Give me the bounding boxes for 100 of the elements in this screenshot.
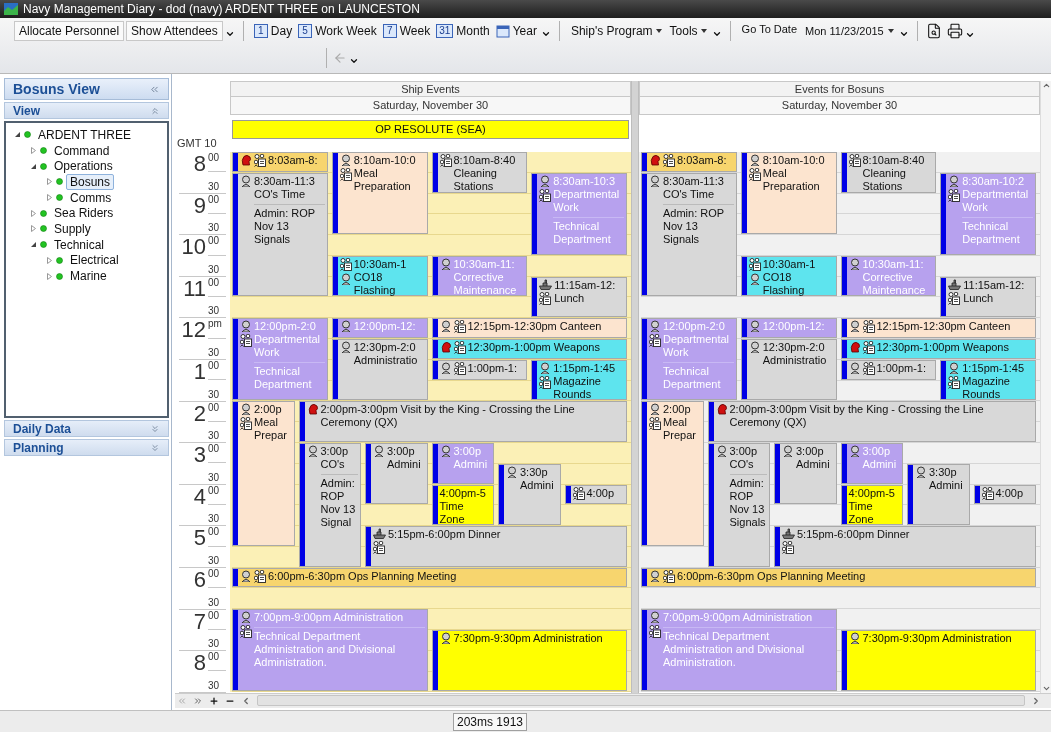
collapsed-arrow-icon[interactable]	[46, 178, 53, 186]
view-button[interactable]: 31 Month	[434, 20, 492, 41]
status-dot-icon	[40, 162, 47, 170]
tree-item[interactable]: ARDENT THREE	[34, 126, 135, 143]
expanded-arrow-icon[interactable]	[30, 162, 37, 170]
calendar-event[interactable]: 11:15am-12: Lunch	[940, 276, 1036, 318]
calendar-event[interactable]: 8:10am-8:40 Cleaning Stations	[431, 152, 528, 193]
calendar-event[interactable]: 3:00p CO's Admin: ROP Nov 13 Signal	[298, 442, 361, 567]
calendar-event[interactable]: 3:30p Admini	[498, 463, 561, 526]
calendar-event[interactable]: 8:10am-10:0 Meal Preparation	[740, 152, 837, 235]
calendar-event[interactable]: 3:30p Admini	[907, 463, 970, 526]
people-clipboard-icon	[848, 154, 861, 167]
hour-label: 10	[180, 235, 207, 262]
column-header: Ship Events	[230, 81, 631, 97]
event-title: CO18 Flashing	[762, 270, 806, 297]
view-button[interactable]: Year	[493, 20, 539, 41]
calendar-event[interactable]: 6:00pm-6:30pm Ops Planning Meeting	[232, 567, 627, 588]
calendar-event[interactable]: 6:00pm-6:30pm Ops Planning Meeting	[641, 567, 1036, 588]
people-clipboard-icon	[862, 361, 875, 375]
calendar-event[interactable]: 1:00pm-1:	[840, 359, 937, 380]
calendar-event[interactable]: 8:10am-10:0 Meal Preparation	[331, 152, 428, 235]
printer-icon[interactable]	[946, 22, 963, 39]
calendar-event[interactable]: 12:30pm-1:00pm Weapons	[431, 339, 627, 359]
expanded-arrow-icon[interactable]	[14, 131, 21, 139]
view-button[interactable]: 1 Day	[251, 20, 295, 41]
calendar-event[interactable]: 4:00p	[973, 484, 1036, 505]
event-text: 8:03am-8:	[677, 154, 727, 167]
calendar-event[interactable]: 12:30pm-2:0 Administratio	[331, 339, 428, 401]
expanded-arrow-icon[interactable]	[30, 241, 37, 249]
tree-item[interactable]: Sea Riders	[50, 205, 118, 222]
scroll-left-icon[interactable]	[241, 695, 251, 706]
calendar-event[interactable]: 5:15pm-6:00pm Dinner	[365, 526, 627, 567]
calendar-event[interactable]: 1:15pm-1:45 Magazine Rounds	[940, 359, 1036, 401]
horizontal-scrollbar[interactable]	[257, 695, 1025, 707]
zoom-in-icon[interactable]	[209, 695, 219, 706]
print-preview-icon[interactable]	[925, 22, 942, 39]
section-header[interactable]: Planning	[4, 439, 169, 456]
vertical-scrollbar[interactable]	[1040, 81, 1051, 693]
calendar-event[interactable]: 2:00p Meal Prepar	[232, 401, 295, 546]
tree-item[interactable]: Command	[50, 142, 114, 159]
calendar-event[interactable]: 12:15pm-12:30pm Canteen	[840, 318, 1036, 339]
toolbar-button[interactable]: Show Attendees	[126, 20, 223, 41]
calendar-event[interactable]: 4:00pm-5 Time Zone	[431, 484, 494, 526]
collapsed-arrow-icon[interactable]	[30, 209, 37, 217]
calendar-event[interactable]: 10:30am-1 CO18 Flashing	[331, 255, 428, 297]
calendar-event[interactable]: 10:30am-1 CO18 Flashing	[740, 255, 837, 297]
calendar-event[interactable]: 8:10am-8:40 Cleaning Stations	[840, 152, 937, 193]
person-icon	[373, 444, 385, 457]
calendar-event[interactable]: 3:00p CO's Admin: ROP Nov 13 Signals	[707, 442, 770, 567]
view-button[interactable]: 7 Week	[380, 20, 433, 41]
all-day-event[interactable]: OP RESOLUTE (SEA)	[232, 120, 629, 139]
event-description: Technical Department	[254, 362, 325, 392]
event-title: Meal Preparation	[353, 167, 412, 193]
calendar-event[interactable]: 8:03am-8:	[232, 152, 328, 172]
calendar-event[interactable]: 1:15pm-1:45 Magazine Rounds	[531, 359, 627, 401]
status-strip	[332, 256, 338, 296]
menu-button[interactable]: Tools	[666, 20, 710, 41]
calendar-event[interactable]: 5:15pm-6:00pm Dinner	[774, 526, 1036, 567]
last-icon[interactable]	[193, 695, 203, 706]
view-button[interactable]: 5 Work Week	[296, 20, 379, 41]
people-clipboard-icon	[539, 188, 552, 202]
calendar-event[interactable]: 12:30pm-1:00pm Weapons	[840, 339, 1036, 359]
calendar-event[interactable]: 4:00p	[564, 484, 627, 505]
calendar-event[interactable]: 4:00pm-5 Time Zone	[840, 484, 903, 526]
calendar-event[interactable]: 2:00pm-3:00pm Visit by the King - Crossing the Line Ceremony (QX)	[298, 401, 627, 442]
toolbar-button[interactable]: Allocate Personnel	[14, 20, 125, 41]
tree-item[interactable]: Marine	[66, 268, 111, 285]
section-header[interactable]: Daily Data	[4, 420, 169, 437]
calendar-event[interactable]: 11:15am-12: Lunch	[531, 276, 627, 318]
scroll-up-icon[interactable]	[1041, 81, 1051, 90]
tree-item[interactable]: Bosuns	[66, 173, 115, 190]
calendar-event[interactable]: 7:30pm-9:30pm Administration	[431, 629, 627, 692]
tree-item[interactable]: Electrical	[66, 252, 123, 269]
calendar-event[interactable]: 2:00pm-3:00pm Visit by the King - Crossing the Line Ceremony (QX)	[707, 401, 1036, 442]
calendar-event[interactable]: 3:00p Admini	[365, 442, 428, 505]
calendar-event[interactable]: 3:00p Admini	[774, 442, 837, 505]
section-header[interactable]: View	[4, 102, 169, 119]
collapsed-arrow-icon[interactable]	[46, 194, 53, 202]
collapsed-arrow-icon[interactable]	[30, 147, 37, 155]
collapsed-arrow-icon[interactable]	[46, 256, 53, 264]
calendar-event[interactable]: 8:03am-8:	[641, 152, 737, 172]
calendar-event[interactable]: 12:30pm-2:0 Administratio	[740, 339, 837, 401]
tree-item[interactable]: Comms	[66, 189, 116, 206]
menu-button[interactable]: Ship's Program	[567, 20, 665, 41]
event-title: Departmental Work	[553, 187, 621, 214]
calendar-event[interactable]: 2:00p Meal Prepar	[641, 401, 704, 546]
collapsed-arrow-icon[interactable]	[46, 272, 53, 280]
scroll-right-icon[interactable]	[1031, 695, 1041, 706]
collapsed-arrow-icon[interactable]	[30, 225, 37, 233]
event-text: 12:15pm-12:30pm Canteen	[467, 320, 602, 334]
calendar-event[interactable]: 8:30am-11:3 CO's Time Admin: ROP Nov 13 Signals	[641, 172, 737, 297]
tree-item[interactable]: Supply	[50, 220, 95, 237]
calendar-event[interactable]: 12:15pm-12:30pm Canteen	[431, 318, 627, 339]
calendar-event[interactable]: 8:30am-11:3 CO's Time Admin: ROP Nov 13 Signals	[232, 172, 328, 297]
calendar-event[interactable]: 7:30pm-9:30pm Administration	[840, 629, 1036, 692]
tree-item[interactable]: Technical	[50, 236, 109, 253]
status-strip	[708, 402, 714, 441]
date-picker[interactable]: Mon 11/23/2015	[802, 20, 897, 41]
calendar-event[interactable]: 1:00pm-1:	[431, 359, 528, 380]
tree-item[interactable]: Operations	[50, 158, 117, 175]
